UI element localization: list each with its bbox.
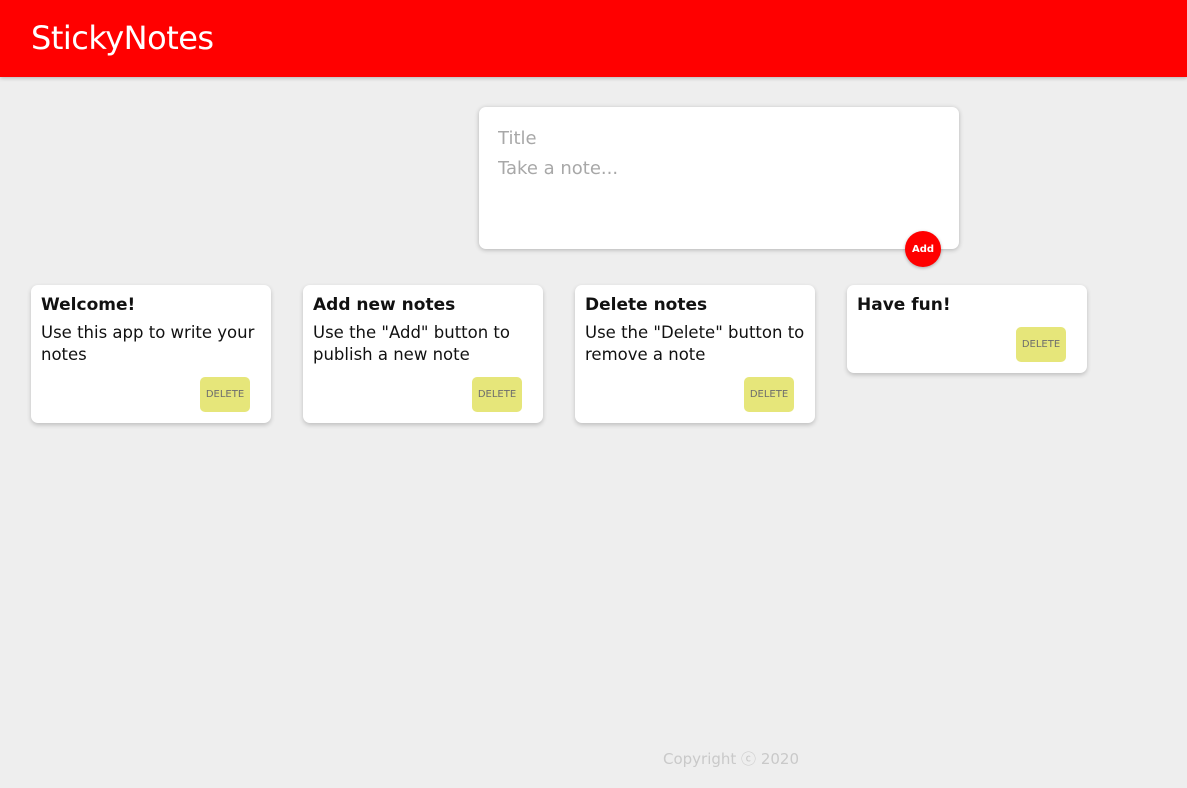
delete-button[interactable]: DELETE <box>1016 327 1066 362</box>
note-content-input[interactable] <box>498 156 938 226</box>
note-content: Use this app to write your notes <box>41 323 255 364</box>
note-card: Welcome! Use this app to write your note… <box>31 285 271 423</box>
title-input[interactable] <box>498 125 938 151</box>
note-title: Have fun! <box>857 295 951 315</box>
app-header: StickyNotes <box>0 0 1187 77</box>
add-button[interactable]: Add <box>905 231 941 267</box>
copyright-text: Copyright ⓒ 2020 <box>663 750 800 768</box>
delete-button[interactable]: DELETE <box>200 377 250 412</box>
delete-button[interactable]: DELETE <box>472 377 522 412</box>
note-title: Delete notes <box>585 295 708 315</box>
note-title: Add new notes <box>313 295 456 315</box>
note-card: Add new notes Use the "Add" button to pu… <box>303 285 543 423</box>
note-content: Use the "Delete" button to remove a note <box>585 323 805 364</box>
note-content: Use the "Add" button to publish a new no… <box>313 323 510 364</box>
create-note-form <box>479 107 959 249</box>
note-card: Delete notes Use the "Delete" button to … <box>575 285 815 423</box>
app-title: StickyNotes <box>31 19 214 57</box>
note-card: Have fun! DELETE <box>847 285 1087 373</box>
note-title: Welcome! <box>41 295 136 315</box>
delete-button[interactable]: DELETE <box>744 377 794 412</box>
